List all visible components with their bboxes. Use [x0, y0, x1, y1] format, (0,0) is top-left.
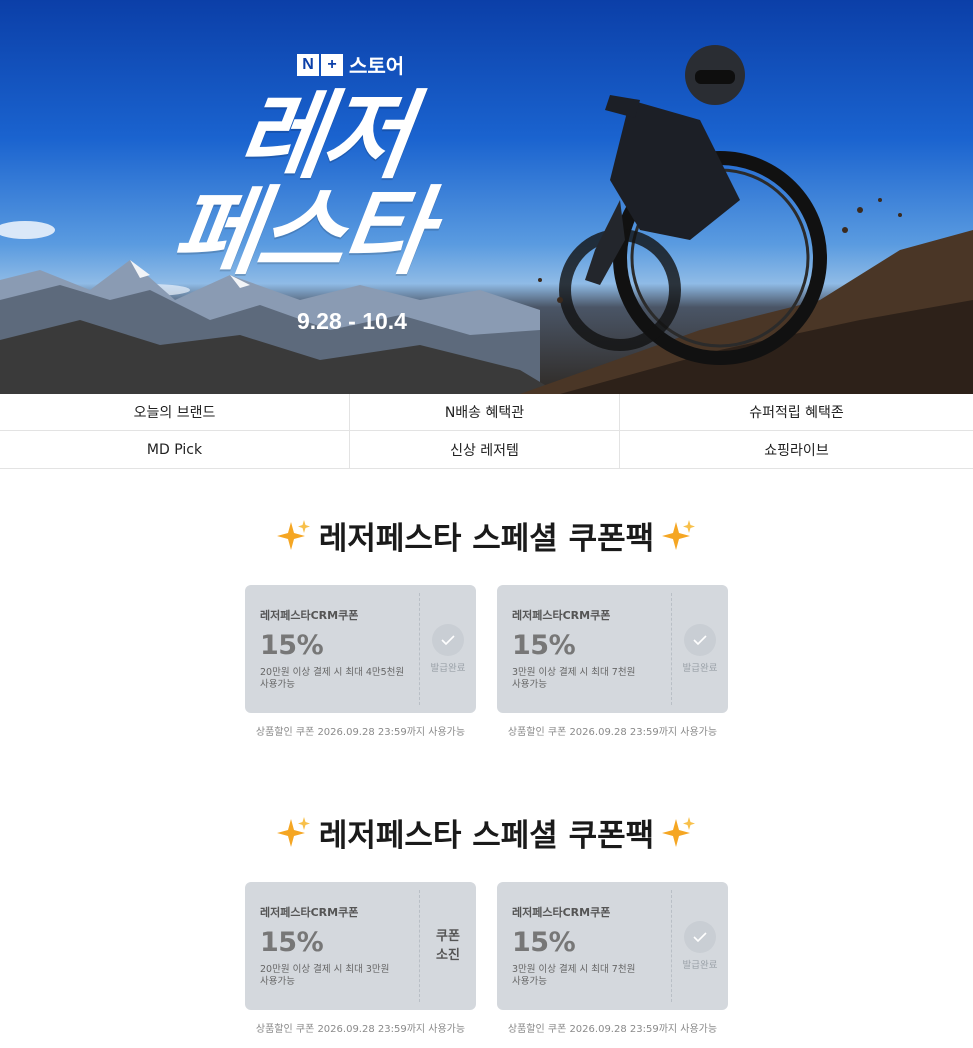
section-title: 레저페스타 스페셜 쿠폰팩: [0, 802, 973, 862]
logo-n: N: [297, 53, 319, 76]
coupon-row: 레저페스타CRM쿠폰 15% 20만원 이상 결제 시 최대 4만5천원 사용가…: [0, 585, 973, 738]
coupon-download-button[interactable]: 발급완료: [420, 585, 476, 713]
hero-banner: N + 스토어 레저 페스타 9.28 - 10.4: [0, 0, 973, 394]
category-nav: 오늘의 브랜드 N배송 혜택관 슈퍼적립 혜택존 MD Pick 신상 레저템 …: [0, 394, 973, 469]
coupon-percent: 15%: [512, 630, 576, 661]
coupon-condition-line2: 사용가능: [512, 976, 547, 987]
coupon-percent: 15%: [260, 630, 324, 661]
section-title-text: 레저페스타 스페셜 쿠폰팩: [318, 817, 655, 854]
nav-n-delivery[interactable]: N배송 혜택관: [350, 394, 620, 431]
coupon-card: 레저페스타CRM쿠폰 15% 20만원 이상 결제 시 최대 3만원 사용가능 …: [245, 882, 476, 1035]
coupon-row: 레저페스타CRM쿠폰 15% 20만원 이상 결제 시 최대 3만원 사용가능 …: [0, 882, 973, 1035]
coupon-soldout-label: 쿠폰 소진: [436, 927, 460, 965]
check-icon: [684, 921, 716, 953]
coupon-status: 발급완료: [430, 663, 466, 674]
coupon-condition-line2: 사용가능: [512, 679, 547, 690]
coupon-soldout-button[interactable]: 쿠폰 소진: [420, 882, 476, 1010]
coupon-name: 레저페스타CRM쿠폰: [512, 906, 611, 919]
logo-plus: +: [321, 53, 343, 76]
coupon-note: 상품할인 쿠폰 2026.09.28 23:59까지 사용가능: [507, 1024, 718, 1035]
coupon-condition: 20만원 이상 결제 시 최대 4만5천원 사용가능: [260, 667, 420, 691]
section-title: 레저페스타 스페셜 쿠폰팩: [0, 505, 973, 565]
nav-md-pick[interactable]: MD Pick: [0, 431, 350, 468]
coupon: 레저페스타CRM쿠폰 15% 3만원 이상 결제 시 최대 7천원 사용가능 발…: [497, 585, 728, 713]
coupon-status: 발급완료: [682, 960, 718, 971]
coupon-condition-line2: 사용가능: [260, 976, 295, 987]
coupon-info: 레저페스타CRM쿠폰 15% 3만원 이상 결제 시 최대 7천원 사용가능: [497, 585, 672, 713]
coupon-name: 레저페스타CRM쿠폰: [260, 609, 359, 622]
check-icon: [684, 624, 716, 656]
coupon-note: 상품할인 쿠폰 2026.09.28 23:59까지 사용가능: [255, 1024, 466, 1035]
coupon-note: 상품할인 쿠폰 2026.09.28 23:59까지 사용가능: [507, 727, 718, 738]
coupon-condition-line1: 3만원 이상 결제 시 최대 7천원: [512, 667, 636, 678]
nav-new-items[interactable]: 신상 레저템: [350, 431, 620, 468]
store-logo[interactable]: N + 스토어: [297, 50, 404, 79]
store-name: 스토어: [349, 54, 405, 78]
coupon-percent: 15%: [260, 927, 324, 958]
nav-super-points[interactable]: 슈퍼적립 혜택존: [620, 394, 973, 431]
coupon: 레저페스타CRM쿠폰 15% 3만원 이상 결제 시 최대 7천원 사용가능 발…: [497, 882, 728, 1010]
coupon: 레저페스타CRM쿠폰 15% 20만원 이상 결제 시 최대 4만5천원 사용가…: [245, 585, 476, 713]
coupon-card: 레저페스타CRM쿠폰 15% 20만원 이상 결제 시 최대 4만5천원 사용가…: [245, 585, 476, 738]
sparkle-icon: [662, 520, 696, 550]
sparkle-icon: [276, 520, 310, 550]
coupon-section-1: 레저페스타 스페셜 쿠폰팩 레저페스타CRM쿠폰 15% 20만원 이상 결제 …: [0, 505, 973, 738]
soldout-line2: 소진: [436, 948, 460, 963]
coupon-note: 상품할인 쿠폰 2026.09.28 23:59까지 사용가능: [255, 727, 466, 738]
coupon-download-button[interactable]: 발급완료: [672, 585, 728, 713]
coupon-condition-line1: 20만원 이상 결제 시 최대 3만원: [260, 964, 390, 975]
sparkle-icon: [662, 817, 696, 847]
coupon-info: 레저페스타CRM쿠폰 15% 3만원 이상 결제 시 최대 7천원 사용가능: [497, 882, 672, 1010]
coupon-name: 레저페스타CRM쿠폰: [260, 906, 359, 919]
coupon-condition: 3만원 이상 결제 시 최대 7천원 사용가능: [512, 667, 672, 691]
coupon-section-2: 레저페스타 스페셜 쿠폰팩 레저페스타CRM쿠폰 15% 20만원 이상 결제 …: [0, 802, 973, 1035]
coupon-card: 레저페스타CRM쿠폰 15% 3만원 이상 결제 시 최대 7천원 사용가능 발…: [497, 585, 728, 738]
coupon-info: 레저페스타CRM쿠폰 15% 20만원 이상 결제 시 최대 4만5천원 사용가…: [245, 585, 420, 713]
coupon-condition-line1: 20만원 이상 결제 시 최대 4만5천원: [260, 667, 405, 678]
soldout-line1: 쿠폰: [436, 929, 460, 944]
check-icon: [432, 624, 464, 656]
sparkle-icon: [276, 817, 310, 847]
coupon: 레저페스타CRM쿠폰 15% 20만원 이상 결제 시 최대 3만원 사용가능 …: [245, 882, 476, 1010]
coupon-name: 레저페스타CRM쿠폰: [512, 609, 611, 622]
coupon-condition-line2: 사용가능: [260, 679, 295, 690]
coupon-condition: 20만원 이상 결제 시 최대 3만원 사용가능: [260, 964, 420, 988]
section-title-text: 레저페스타 스페셜 쿠폰팩: [318, 520, 655, 557]
coupon-percent: 15%: [512, 927, 576, 958]
hero-title-line2: 페스타: [165, 176, 435, 288]
coupon-download-button[interactable]: 발급완료: [672, 882, 728, 1010]
coupon-status: 발급완료: [682, 663, 718, 674]
coupon-card: 레저페스타CRM쿠폰 15% 3만원 이상 결제 시 최대 7천원 사용가능 발…: [497, 882, 728, 1035]
nplus-logo-mark: N +: [297, 53, 343, 76]
hero-title-line1: 레저: [230, 80, 416, 192]
coupon-condition: 3만원 이상 결제 시 최대 7천원 사용가능: [512, 964, 672, 988]
nav-todays-brand[interactable]: 오늘의 브랜드: [0, 394, 350, 431]
coupon-condition-line1: 3만원 이상 결제 시 최대 7천원: [512, 964, 636, 975]
coupon-info: 레저페스타CRM쿠폰 15% 20만원 이상 결제 시 최대 3만원 사용가능: [245, 882, 420, 1010]
nav-shopping-live[interactable]: 쇼핑라이브: [620, 431, 973, 468]
hero-title: 레저 페스타: [165, 80, 554, 288]
event-date: 9.28 - 10.4: [297, 308, 407, 334]
